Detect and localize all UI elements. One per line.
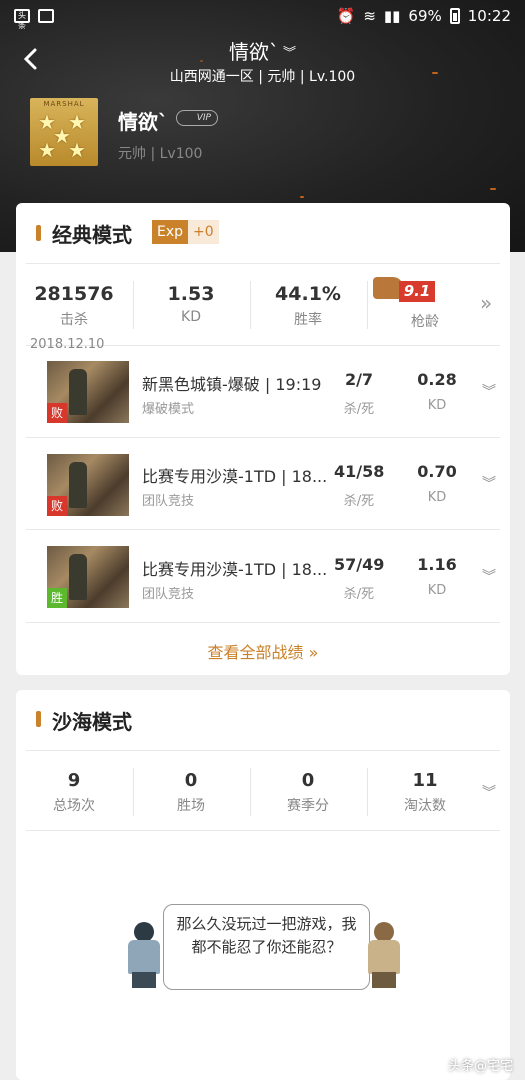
wifi-icon: ≋ bbox=[363, 7, 376, 25]
stat-kills-value: 281576 bbox=[34, 283, 114, 305]
status-bar: 头条 ⏰ ≋ ▮▮ 69% 10:22 bbox=[0, 0, 525, 32]
watermark: 头条@宅宅 bbox=[447, 1059, 513, 1074]
classic-mode-card: 经典模式 Exp +0 281576 击杀 1.53 KD 44.1% 胜率 枪… bbox=[16, 203, 510, 675]
match-kd: 0.28 bbox=[417, 370, 457, 389]
stat-winrate-value: 44.1% bbox=[275, 283, 341, 305]
stat-kills-label: 击杀 bbox=[60, 312, 88, 328]
match-date: 2018.12.10 bbox=[30, 337, 105, 352]
rank-badge-label: MARSHAL bbox=[43, 100, 85, 108]
match-result-badge: 胜 bbox=[47, 588, 67, 608]
desert-mode-card: 沙海模式 9 总场次 0 胜场 0 赛季分 11 淘汰数 ︾ bbox=[16, 690, 510, 1080]
match-thumbnail: 败 bbox=[47, 454, 129, 516]
match-kills-deaths-label: 杀/死 bbox=[343, 402, 375, 417]
expand-chevron-icon[interactable]: ︾ bbox=[482, 782, 496, 802]
match-mode: 爆破模式 bbox=[142, 402, 195, 417]
match-thumbnail: 胜 bbox=[47, 546, 129, 608]
match-kills-deaths-label: 杀/死 bbox=[343, 587, 375, 602]
match-kd-label: KD bbox=[427, 398, 447, 413]
alarm-icon: ⏰ bbox=[336, 7, 356, 25]
nav-title: 情欲` bbox=[228, 40, 279, 64]
expand-chevron-icon[interactable]: ︾ bbox=[482, 473, 496, 493]
stat-season-points-value: 0 bbox=[301, 770, 315, 791]
desert-mode-title: 沙海模式 bbox=[52, 710, 132, 734]
match-kills-deaths: 57/49 bbox=[334, 555, 385, 574]
soldier-image bbox=[69, 369, 87, 415]
chevron-right-icon[interactable]: » bbox=[480, 291, 492, 315]
gun-age-badge: 9.1 bbox=[373, 277, 445, 303]
stat-eliminations-label: 淘汰数 bbox=[404, 798, 446, 814]
match-map-name: 比赛专用沙漠-1TD | 18... bbox=[142, 467, 328, 486]
divider bbox=[26, 263, 500, 264]
stat-eliminations-value: 11 bbox=[412, 770, 438, 791]
soldier-image bbox=[69, 462, 87, 508]
divider bbox=[26, 529, 500, 530]
rank-badge: MARSHAL ★ ★ ★ ★ ★ bbox=[30, 98, 98, 166]
battery-icon bbox=[449, 8, 460, 24]
star-icon: ★ bbox=[38, 138, 56, 162]
decor-spark bbox=[300, 196, 304, 198]
soldier-right-illustration bbox=[362, 922, 406, 988]
match-mode: 团队竞技 bbox=[142, 587, 195, 602]
section-marker bbox=[36, 711, 41, 727]
match-result-badge: 败 bbox=[47, 403, 67, 423]
stat-kd-label: KD bbox=[181, 309, 201, 325]
soldier-image bbox=[69, 554, 87, 600]
stat-winrate-label: 胜率 bbox=[294, 312, 322, 328]
nav-title-switcher[interactable]: 情欲` ︾ bbox=[0, 36, 525, 65]
soldier-body bbox=[128, 940, 160, 974]
app-notification-icon: 头条 bbox=[14, 9, 30, 30]
match-kd: 1.16 bbox=[417, 555, 457, 574]
stat-total-matches-value: 9 bbox=[67, 770, 81, 791]
soldier-head bbox=[374, 922, 394, 942]
divider bbox=[26, 437, 500, 438]
match-kd: 0.70 bbox=[417, 462, 457, 481]
stat-wins-label: 胜场 bbox=[177, 798, 205, 814]
exp-key: Exp bbox=[152, 220, 189, 244]
screenshot-icon bbox=[38, 9, 54, 23]
match-kills-deaths: 2/7 bbox=[344, 370, 374, 389]
exp-badge: Exp +0 bbox=[152, 220, 219, 244]
double-chevron-down-icon: ︾ bbox=[282, 46, 296, 61]
soldier-legs bbox=[132, 972, 156, 988]
match-thumbnail: 败 bbox=[47, 361, 129, 423]
match-mode: 团队竞技 bbox=[142, 494, 195, 509]
match-result-badge: 败 bbox=[47, 496, 67, 516]
stat-kd-value: 1.53 bbox=[167, 283, 215, 305]
section-marker bbox=[36, 225, 41, 241]
stat-gun-age-value: 9.1 bbox=[399, 281, 435, 302]
match-kills-deaths-label: 杀/死 bbox=[343, 494, 375, 509]
soldier-head bbox=[134, 922, 154, 942]
divider bbox=[26, 622, 500, 623]
divider bbox=[26, 750, 500, 751]
star-icon: ★ bbox=[68, 138, 86, 162]
match-map-name: 比赛专用沙漠-1TD | 18... bbox=[142, 560, 328, 579]
empty-state-speech-bubble: 那么久没玩过一把游戏，我都不能忍了你还能忍？ bbox=[163, 904, 370, 990]
view-all-matches-link[interactable]: 查看全部战绩 » bbox=[16, 639, 510, 663]
nav-subtitle: 山西网通一区 | 元帅 | Lv.100 bbox=[169, 69, 356, 85]
match-kd-label: KD bbox=[427, 583, 447, 598]
match-kd-label: KD bbox=[427, 490, 447, 505]
clock: 10:22 bbox=[467, 7, 511, 25]
soldier-legs bbox=[372, 972, 396, 988]
battery-percent: 69% bbox=[408, 7, 442, 25]
stat-season-points-label: 赛季分 bbox=[287, 798, 329, 814]
vip-badge: VIP bbox=[176, 110, 218, 126]
signal-icon: ▮▮ bbox=[383, 7, 401, 25]
stat-total-matches-label: 总场次 bbox=[53, 798, 95, 814]
stat-wins-value: 0 bbox=[184, 770, 198, 791]
match-map-name: 新黑色城镇-爆破 | 19:19 bbox=[142, 375, 322, 394]
decor-spark bbox=[490, 188, 496, 190]
match-kills-deaths: 41/58 bbox=[334, 462, 385, 481]
stat-gun-age-label: 枪龄 bbox=[411, 314, 439, 330]
expand-chevron-icon[interactable]: ︾ bbox=[482, 381, 496, 401]
soldier-left-illustration bbox=[122, 922, 166, 988]
expand-chevron-icon[interactable]: ︾ bbox=[482, 566, 496, 586]
classic-mode-title: 经典模式 bbox=[52, 223, 132, 247]
player-rank-level: 元帅 | Lv100 bbox=[118, 146, 203, 162]
exp-value: +0 bbox=[188, 220, 219, 244]
soldier-body bbox=[368, 940, 400, 974]
divider bbox=[26, 830, 500, 831]
player-name: 情欲` bbox=[118, 110, 168, 134]
